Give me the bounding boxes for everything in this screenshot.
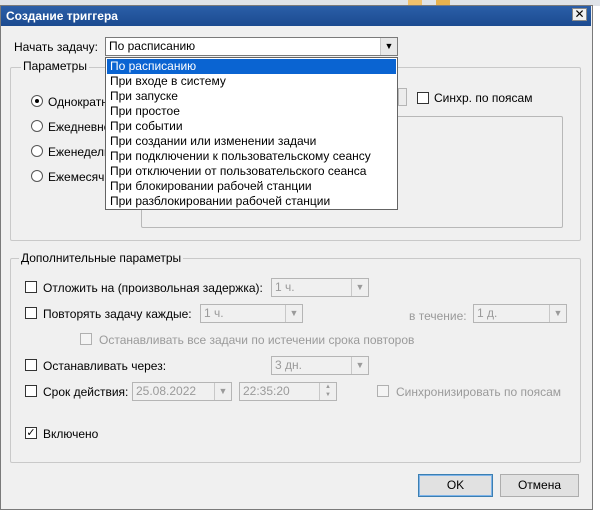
start-task-dropdown-list: По расписанию При входе в систему При за… [105,57,398,210]
start-task-label: Начать задачу: [14,40,98,54]
checkmark-icon: ✓ [26,427,36,439]
time-spinner[interactable] [398,88,407,106]
dropdown-option[interactable]: При разблокировании рабочей станции [107,194,396,209]
dropdown-option[interactable]: При подключении к пользовательскому сеан… [107,149,396,164]
cancel-button[interactable]: Отмена [500,474,579,497]
ok-button[interactable]: OK [418,474,493,497]
dropdown-option[interactable]: При отключении от пользовательского сеан… [107,164,396,179]
chevron-down-icon: ▼ [351,279,368,296]
delay-value: 1 ч. [275,280,295,294]
dialog-title: Создание триггера [6,9,118,23]
stop-after-value: 3 дн. [275,358,302,372]
repeat-duration-select[interactable]: 1 д. ▼ [473,304,567,323]
repeat-duration-value: 1 д. [477,306,498,320]
start-task-select[interactable]: По расписанию ▼ [105,37,398,56]
delay-select[interactable]: 1 ч. ▼ [271,278,369,297]
advanced-group-title: Дополнительные параметры [19,251,184,265]
params-group-title: Параметры [21,59,89,73]
chevron-down-icon: ▼ [549,305,566,322]
stop-all-tasks-label: Останавливать все задачи по истечении ср… [99,333,415,347]
dropdown-option[interactable]: При создании или изменении задачи [107,134,396,149]
expire-time-value: 22:35:20 [243,384,290,398]
chevron-down-icon: ▼ [214,383,231,400]
stop-all-tasks-checkbox[interactable] [80,333,92,345]
close-icon: ✕ [574,7,585,21]
delay-label: Отложить на (произвольная задержка): [43,281,263,295]
radio-monthly[interactable] [31,170,43,182]
stop-after-label: Останавливать через: [43,359,167,373]
repeat-interval-select[interactable]: 1 ч. ▼ [200,304,303,323]
close-button[interactable]: ✕ [572,8,587,21]
repeat-interval-value: 1 ч. [204,306,224,320]
repeat-duration-label: в течение: [409,309,467,323]
chevron-down-icon: ▼ [285,305,302,322]
expire-date-picker[interactable]: 25.08.2022 ▼ [132,382,232,401]
dropdown-option[interactable]: При запуске [107,89,396,104]
delay-checkbox[interactable] [25,281,37,293]
expire-label: Срок действия: [43,385,129,399]
chevron-down-icon: ▼ [351,357,368,374]
dropdown-option[interactable]: При простое [107,104,396,119]
dropdown-option[interactable]: При входе в систему [107,74,396,89]
expire-sync-checkbox[interactable] [377,385,389,397]
dropdown-option[interactable]: При событии [107,119,396,134]
sync-timezones-label: Синхр. по поясам [434,91,533,105]
expire-time-field[interactable]: 22:35:20 ▲ ▼ [239,382,337,401]
stop-after-checkbox[interactable] [25,359,37,371]
stop-after-select[interactable]: 3 дн. ▼ [271,356,369,375]
dropdown-option[interactable]: По расписанию [107,59,396,74]
radio-daily[interactable] [31,120,43,132]
dropdown-option[interactable]: При блокировании рабочей станции [107,179,396,194]
expire-checkbox[interactable] [25,385,37,397]
expire-date-value: 25.08.2022 [136,384,197,398]
start-task-value: По расписанию [109,39,196,53]
radio-weekly[interactable] [31,145,43,157]
spinner-icon: ▲ ▼ [319,383,336,400]
chevron-down-icon[interactable]: ▼ [380,38,397,55]
sync-timezones-checkbox[interactable] [417,92,429,104]
radio-daily-label: Ежедневно [48,120,111,134]
enabled-checkbox[interactable]: ✓ [25,427,37,439]
repeat-checkbox[interactable] [25,307,37,319]
enabled-label: Включено [43,427,99,441]
radio-once[interactable] [31,95,43,107]
expire-sync-label: Синхронизировать по поясам [396,385,562,399]
repeat-label: Повторять задачу каждые: [43,307,192,321]
